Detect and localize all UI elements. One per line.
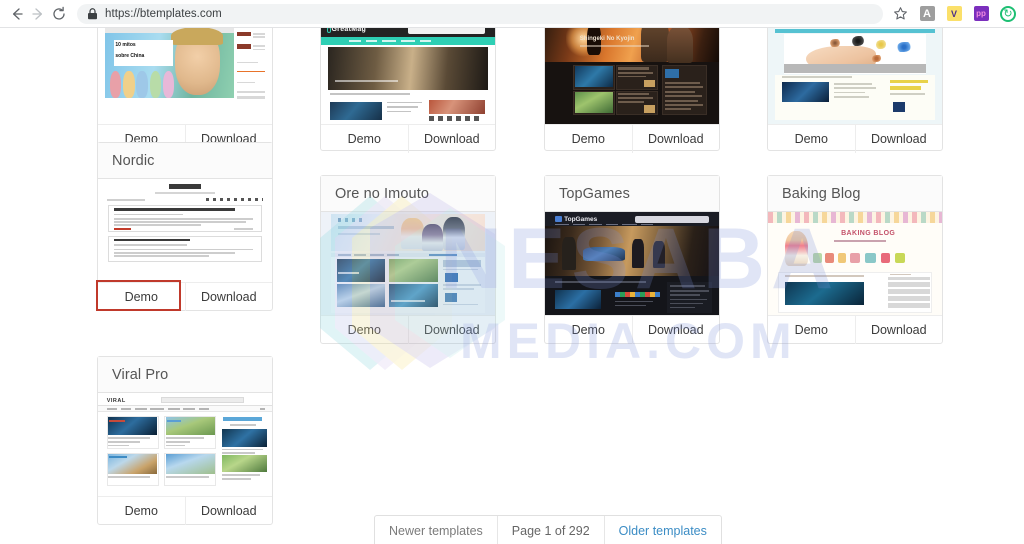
card-footer-ore-no-imouto: Demo Download (321, 315, 495, 343)
download-link-viral-pro[interactable]: Download (186, 497, 273, 525)
download-link-nordic[interactable]: Download (186, 283, 273, 311)
template-card-butterfly[interactable]: WorldOne (767, 28, 943, 151)
template-card-shingeki-no-kyojin[interactable]: Shingeki No Kyojin (544, 28, 720, 151)
template-card-chinese-blog[interactable]: 10 mitos sobre China (97, 28, 273, 151)
address-bar[interactable]: https://btemplates.com (77, 4, 883, 24)
demo-link-nordic[interactable]: Demo (98, 283, 185, 311)
card-title-topgames: TopGames (559, 186, 630, 202)
adobe-acrobat-extension-icon[interactable]: A (916, 3, 938, 25)
thumbnail-ore-no-imouto (321, 212, 495, 315)
card-header-topgames: TopGames (545, 176, 719, 212)
download-link-greatmag[interactable]: Download (409, 125, 496, 153)
newer-templates-button[interactable]: Newer templates (375, 516, 498, 544)
back-button[interactable] (7, 0, 28, 28)
template-card-topgames[interactable]: TopGames TopGames (544, 175, 720, 344)
thumbnail-viral-pro: VIRAL (98, 393, 272, 496)
lock-icon (87, 8, 98, 20)
card-header-viral-pro: Viral Pro (98, 357, 272, 393)
card-footer-viral-pro: Demo Download (98, 496, 272, 524)
card-header-baking-blog: Baking Blog (768, 176, 942, 212)
card-footer-baking-blog: Demo Download (768, 315, 942, 343)
download-link-ore-no-imouto[interactable]: Download (409, 316, 496, 344)
toolbar-icon-group: A V pp ↻ (889, 3, 1024, 25)
page-indicator: Page 1 of 292 (498, 516, 605, 544)
thumb-text-line2: sobre China (115, 53, 144, 59)
g-glyph: ↻ (1000, 6, 1016, 22)
thumbnail-shingeki-no-kyojin: Shingeki No Kyojin (545, 28, 719, 124)
card-title-nordic: Nordic (112, 153, 155, 169)
thumb-text-baking-title: BAKING BLOG (841, 230, 895, 237)
thumb-text-topgames-logo: TopGames (564, 216, 597, 223)
demo-link-greatmag[interactable]: Demo (321, 125, 408, 153)
demo-link-ore-no-imouto[interactable]: Demo (321, 316, 408, 344)
older-templates-button[interactable]: Older templates (605, 516, 721, 544)
star-icon[interactable] (889, 3, 911, 25)
card-header-nordic: Nordic (98, 143, 272, 179)
card-title-baking-blog: Baking Blog (782, 186, 861, 202)
thumbnail-nordic (98, 179, 272, 282)
thumb-text-line1: 10 mitos (115, 42, 135, 48)
card-footer-butterfly: Demo Download (768, 124, 942, 152)
page-content: 10 mitos sobre China (0, 28, 1024, 544)
thumbnail-baking-blog: BAKING BLOG (768, 212, 942, 315)
card-footer-shingeki-no-kyojin: Demo Download (545, 124, 719, 152)
reload-button[interactable] (48, 0, 69, 28)
purple-extension-icon[interactable]: pp (970, 3, 992, 25)
demo-link-topgames[interactable]: Demo (545, 316, 632, 344)
template-card-nordic[interactable]: Nordic (97, 142, 273, 311)
template-card-ore-no-imouto[interactable]: Ore no Imouto (320, 175, 496, 344)
grammar-extension-icon[interactable]: V (943, 3, 965, 25)
v-glyph: V (947, 6, 962, 21)
card-footer-greatmag: Demo Download (321, 124, 495, 152)
thumbnail-chinese-blog: 10 mitos sobre China (98, 28, 272, 124)
thumbnail-butterfly: WorldOne (768, 28, 942, 124)
adobe-glyph: A (920, 6, 935, 21)
demo-link-shingeki-no-kyojin[interactable]: Demo (545, 125, 632, 153)
card-title-ore-no-imouto: Ore no Imouto (335, 186, 429, 202)
thumbnail-greatmag: GreatMag (321, 28, 495, 124)
thumb-text-viral-logo: VIRAL (107, 398, 126, 404)
download-link-baking-blog[interactable]: Download (856, 316, 943, 344)
demo-link-viral-pro[interactable]: Demo (98, 497, 185, 525)
template-card-viral-pro[interactable]: Viral Pro VIRAL (97, 356, 273, 525)
forward-button[interactable] (28, 0, 49, 28)
demo-link-butterfly[interactable]: Demo (768, 125, 855, 153)
demo-link-baking-blog[interactable]: Demo (768, 316, 855, 344)
card-header-ore-no-imouto: Ore no Imouto (321, 176, 495, 212)
browser-toolbar: https://btemplates.com A V pp ↻ (0, 0, 1024, 28)
template-card-greatmag[interactable]: GreatMag Demo (320, 28, 496, 151)
thumb-text-greatmag-logo: GreatMag (331, 28, 366, 33)
thumbnail-topgames: TopGames (545, 212, 719, 315)
green-circle-extension-icon[interactable]: ↻ (997, 3, 1019, 25)
url-text: https://btemplates.com (105, 8, 222, 20)
card-title-viral-pro: Viral Pro (112, 367, 168, 383)
card-footer-nordic: Demo Download (98, 282, 272, 310)
download-link-topgames[interactable]: Download (633, 316, 720, 344)
pp-glyph: pp (974, 6, 989, 21)
pagination: Newer templates Page 1 of 292 Older temp… (374, 515, 722, 544)
download-link-shingeki-no-kyojin[interactable]: Download (633, 125, 720, 153)
thumb-text-shingeki-title: Shingeki No Kyojin (580, 36, 635, 42)
download-link-butterfly[interactable]: Download (856, 125, 943, 153)
card-footer-topgames: Demo Download (545, 315, 719, 343)
template-card-baking-blog[interactable]: Baking Blog BAKING BLOG (767, 175, 943, 344)
